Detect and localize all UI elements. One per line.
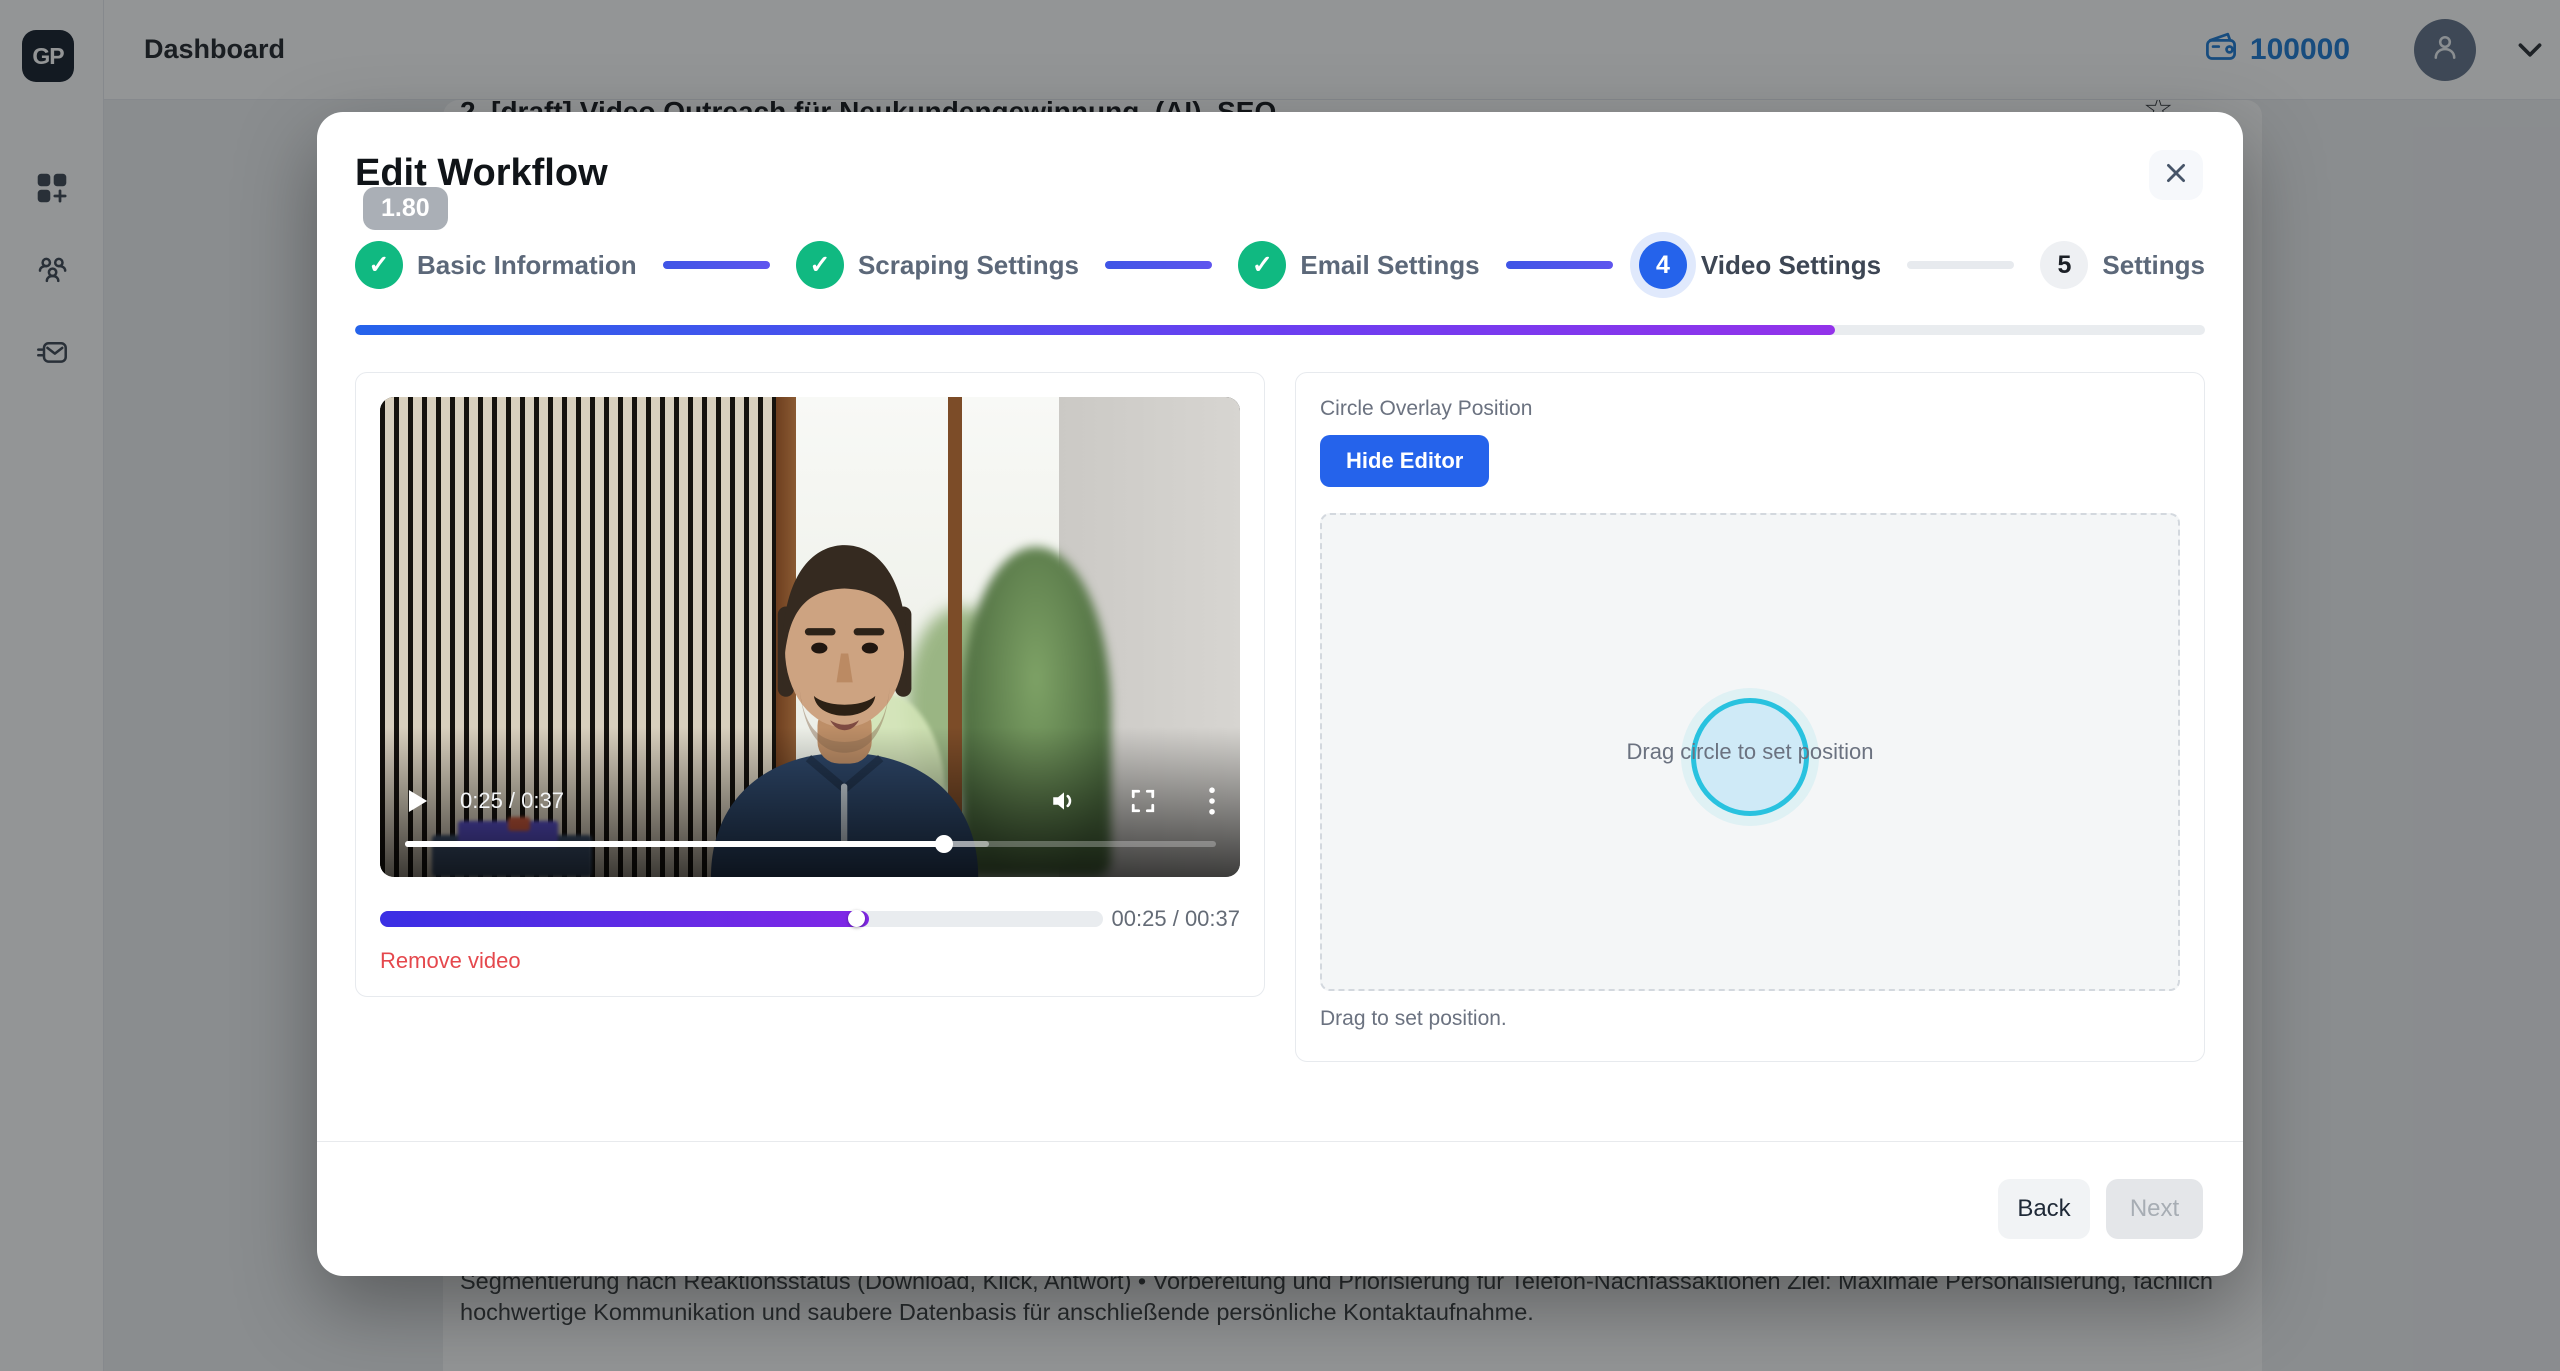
volume-icon[interactable] (1050, 788, 1078, 814)
next-button[interactable]: Next (2106, 1179, 2203, 1239)
close-button[interactable] (2149, 150, 2203, 200)
overlay-position-canvas[interactable]: Drag circle to set position (1320, 513, 2180, 991)
back-button[interactable]: Back (1998, 1179, 2090, 1239)
video-played-fill (405, 841, 944, 847)
video-seek-bar[interactable] (405, 841, 1216, 847)
step-basic-information[interactable]: ✓ Basic Information (355, 241, 637, 289)
step-connector (663, 261, 770, 269)
play-icon[interactable] (406, 788, 430, 814)
edit-workflow-modal: Edit Workflow 1.80 ✓ Basic Information ✓… (317, 112, 2243, 1276)
fullscreen-icon[interactable] (1130, 788, 1156, 814)
workflow-progress-fill (355, 325, 1835, 335)
more-vertical-icon[interactable] (1208, 787, 1216, 815)
check-icon: ✓ (355, 241, 403, 289)
canvas-hint-text: Drag circle to set position (1627, 739, 1874, 765)
video-progress-time: 00:25 / 00:37 (1112, 906, 1240, 932)
video-progress-row: 00:25 / 00:37 (380, 906, 1240, 932)
check-icon: ✓ (796, 241, 844, 289)
step-connector (1506, 261, 1613, 269)
modal-title: Edit Workflow (355, 112, 2205, 195)
hide-editor-button[interactable]: Hide Editor (1320, 435, 1489, 487)
check-icon: ✓ (1238, 241, 1286, 289)
step-connector (1907, 261, 2014, 269)
step-connector (1105, 261, 1212, 269)
video-time-display: 0:25 / 0:37 (460, 788, 564, 814)
zoom-level-badge: 1.80 (363, 187, 448, 230)
circle-overlay-card: Circle Overlay Position Hide Editor Drag… (1295, 372, 2205, 1062)
app-stage: GP (0, 0, 2560, 1371)
drag-hint-text: Drag to set position. (1320, 1007, 2180, 1031)
step-email-settings[interactable]: ✓ Email Settings (1238, 241, 1479, 289)
video-progress-fill (380, 911, 869, 927)
wizard-stepper: ✓ Basic Information ✓ Scraping Settings … (355, 241, 2205, 289)
close-icon (2163, 160, 2189, 191)
modal-footer: Back Next (317, 1141, 2243, 1276)
video-preview-card: 0:25 / 0:37 (355, 372, 1265, 997)
wizard-progress-track (355, 325, 2205, 335)
step-number: 5 (2040, 241, 2088, 289)
step-settings[interactable]: 5 Settings (2040, 241, 2205, 289)
video-progress-thumb[interactable] (848, 910, 865, 927)
overlay-position-label: Circle Overlay Position (1320, 397, 2180, 421)
video-progress-slider[interactable] (380, 911, 1103, 927)
remove-video-link[interactable]: Remove video (380, 948, 521, 974)
step-number: 4 (1639, 241, 1687, 289)
step-video-settings[interactable]: 4 Video Settings (1639, 241, 1881, 289)
video-player[interactable]: 0:25 / 0:37 (380, 397, 1240, 877)
step-scraping-settings[interactable]: ✓ Scraping Settings (796, 241, 1079, 289)
video-controls: 0:25 / 0:37 (406, 781, 1216, 821)
